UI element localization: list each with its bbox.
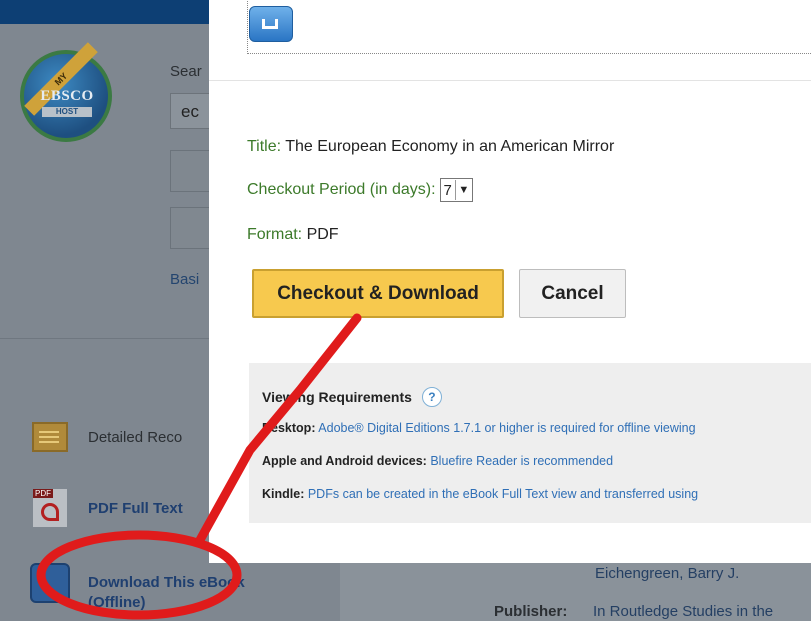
adobe-digital-editions-link[interactable]: Adobe® Digital Editions 1.7.1 or higher … (318, 421, 695, 435)
checkout-period-row: Checkout Period (in days): 7 ▼ (247, 178, 473, 202)
modal-body: Title: The European Economy in an Americ… (209, 81, 811, 563)
sidebar-item-label: PDF Full Text (88, 499, 183, 517)
publisher-label: Publisher: (494, 603, 568, 620)
sidebar-item-label: Detailed Reco (88, 428, 183, 446)
mobile-label: Apple and Android devices: (262, 454, 427, 468)
download-icon (28, 563, 72, 603)
search-label: Sear (170, 63, 202, 80)
title-label: Title: (247, 138, 282, 155)
desktop-requirement: Desktop: Adobe® Digital Editions 1.7.1 o… (262, 421, 696, 435)
logo-sub: HOST (42, 107, 92, 117)
checkout-period-select[interactable]: 7 ▼ (439, 178, 473, 202)
desktop-label: Desktop: (262, 421, 316, 435)
checkout-period-label: Checkout Period (in days): (247, 181, 436, 198)
sidebar-item-label: Download This eBook (Offline) (88, 574, 245, 611)
download-icon (249, 6, 293, 42)
viewing-requirements-panel: Viewing Requirements ? Desktop: Adobe® D… (249, 363, 811, 523)
kindle-requirement: Kindle: PDFs can be created in the eBook… (262, 487, 698, 501)
sidebar-item-detailed-record[interactable]: Detailed Reco (28, 417, 182, 457)
chevron-down-icon: ▼ (454, 180, 472, 200)
title-row: Title: The European Economy in an Americ… (247, 138, 614, 156)
help-icon[interactable]: ? (421, 387, 442, 407)
publisher-value: In Routledge Studies in the (593, 603, 774, 620)
modal-header (209, 0, 811, 81)
sidebar-item-pdf-full-text[interactable]: PDF Full Text (28, 488, 183, 528)
pdf-icon (28, 488, 72, 528)
checkout-period-value: 7 (443, 181, 452, 199)
format-value: PDF (306, 226, 339, 243)
format-row: Format: PDF (247, 226, 339, 244)
header-dotted-frame (247, 0, 811, 54)
title-value: The European Economy in an American Mirr… (285, 138, 615, 155)
logo-brand: EBSCO (40, 88, 94, 104)
sidebar-item-download-ebook[interactable]: Download This eBook (Offline) (28, 563, 288, 613)
checkout-modal: Title: The European Economy in an Americ… (209, 0, 811, 563)
ebsco-logo[interactable]: MY EBSCO HOST (20, 42, 112, 142)
checkout-download-button[interactable]: Checkout & Download (252, 269, 504, 318)
kindle-instructions-link[interactable]: PDFs can be created in the eBook Full Te… (308, 487, 698, 501)
cancel-button[interactable]: Cancel (519, 269, 626, 318)
requirements-heading-row: Viewing Requirements ? (262, 387, 442, 407)
folder-icon (28, 417, 72, 457)
bluefire-reader-link[interactable]: Bluefire Reader is recommended (430, 454, 613, 468)
requirements-heading: Viewing Requirements (262, 389, 412, 405)
sidebar-divider (0, 338, 209, 339)
mobile-requirement: Apple and Android devices: Bluefire Read… (262, 454, 613, 468)
basic-search-link[interactable]: Basi (170, 271, 199, 288)
kindle-label: Kindle: (262, 487, 305, 501)
author-link[interactable]: Eichengreen, Barry J. (595, 565, 739, 582)
format-label: Format: (247, 226, 303, 243)
